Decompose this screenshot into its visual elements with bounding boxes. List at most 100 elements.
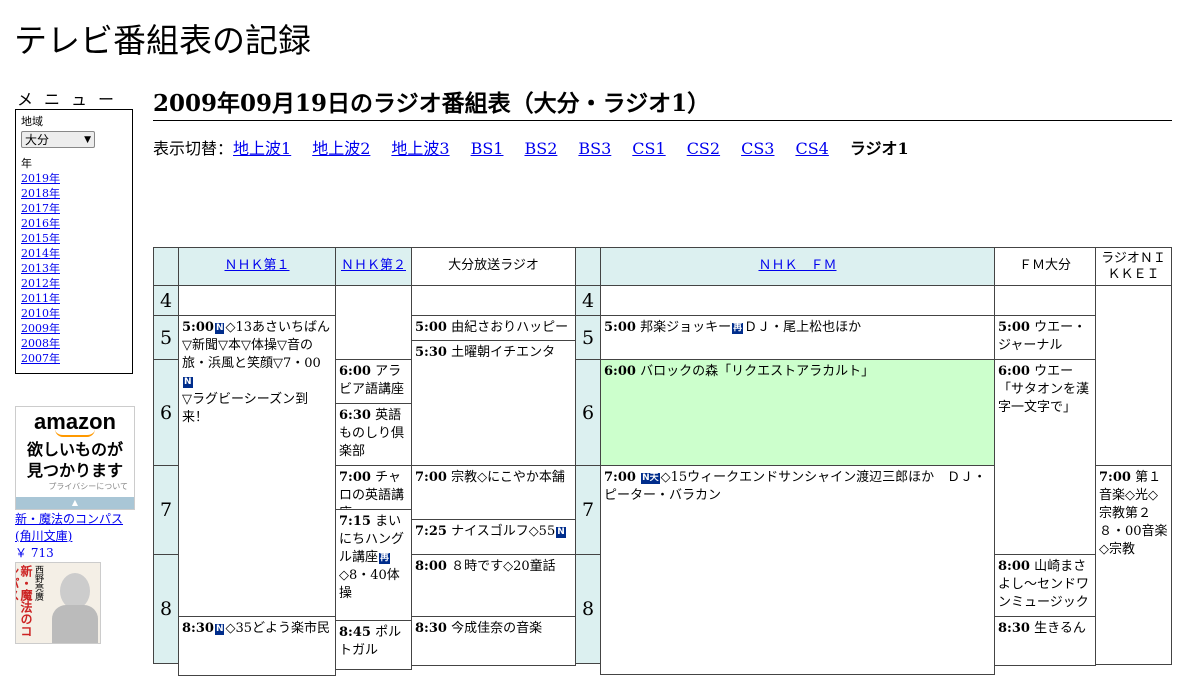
- program-nhk1-0500[interactable]: 5:00 N ◇13あさいちばん▽新聞▽本▽体操▽音の旅・浜風と笑顔▽7・00N ▽ラ…: [178, 315, 336, 617]
- program-text: バロックの森「リクエストアラカルト」: [640, 364, 875, 379]
- program-empty: [600, 285, 995, 316]
- year-link[interactable]: 2014年: [21, 247, 60, 260]
- switch-link-terrestrial-2[interactable]: 地上波2: [312, 139, 370, 158]
- ad-line-1: 欲しいものが: [26, 440, 123, 459]
- stereo-badge-icon: N天: [641, 473, 660, 484]
- display-switch: 表示切替：地上波1 地上波2 地上波3 BS1 BS2 BS3 CS1 CS2 CS3 CS4 ラジ…: [153, 135, 930, 159]
- program-nhk2-0700[interactable]: 7:00 チャロの英語講座: [335, 465, 412, 510]
- year-link[interactable]: 2011年: [21, 292, 60, 305]
- year-link[interactable]: 2009年: [21, 322, 60, 335]
- program-time: 8:30: [415, 621, 447, 636]
- program-fmo-0800[interactable]: 8:00 山崎まさよし～センドワンミュージック: [994, 554, 1096, 617]
- program-time: 7:00: [415, 470, 447, 485]
- program-empty: [411, 285, 576, 316]
- cover-title: 新・魔法のコンパス: [16, 565, 33, 637]
- year-link[interactable]: 2019年: [21, 172, 60, 185]
- program-time: 7:15: [339, 514, 371, 529]
- amazon-logo: amazon: [34, 409, 116, 434]
- switch-link-cs1[interactable]: CS1: [632, 139, 665, 158]
- program-nikkei-0700[interactable]: 7:00 第１音楽◇光◇宗教第２８・00音楽◇宗教: [1095, 465, 1172, 665]
- channel-header-nhkfm: ＮＨＫ ＦＭ: [600, 247, 995, 286]
- region-select-value: 大分: [25, 133, 50, 147]
- ad-privacy-link[interactable]: プライバシーについて: [16, 481, 134, 492]
- program-fmo-0830[interactable]: 8:30 生きるん: [994, 616, 1096, 666]
- switch-link-terrestrial-1[interactable]: 地上波1: [233, 139, 291, 158]
- news-badge-icon: N: [214, 323, 225, 334]
- news-badge-icon: N: [183, 377, 193, 388]
- hour-label: 7: [153, 465, 179, 555]
- channel-link-nhk1[interactable]: ＮＨＫ第１: [224, 258, 289, 273]
- program-text: 由紀さおりハッピー: [451, 320, 569, 335]
- year-link[interactable]: 2012年: [21, 277, 60, 290]
- switch-link-cs4[interactable]: CS4: [795, 139, 828, 158]
- channel-header-obs: 大分放送ラジオ: [411, 247, 576, 286]
- program-empty: [178, 285, 336, 316]
- program-empty: [1095, 285, 1172, 466]
- year-link[interactable]: 2018年: [21, 187, 60, 200]
- year-link[interactable]: 2007年: [21, 352, 60, 365]
- program-obs-0725[interactable]: 7:25 ナイスゴルフ◇55 N: [411, 519, 576, 555]
- program-time: 6:30: [339, 408, 371, 423]
- cover-author: 西野亮廣: [33, 565, 43, 601]
- program-obs-0530[interactable]: 5:30 土曜朝イチエンタ: [411, 340, 576, 466]
- switch-label: 表示切替：: [153, 139, 234, 158]
- program-fmo-0500[interactable]: 5:00 ウエー・ジャーナル: [994, 315, 1096, 360]
- program-text: 今成佳奈の音楽: [451, 621, 543, 636]
- year-link[interactable]: 2008年: [21, 337, 60, 350]
- switch-link-bs1[interactable]: BS1: [471, 139, 504, 158]
- program-nhk1-0830[interactable]: 8:30 N ◇35どよう楽市民: [178, 616, 336, 676]
- channel-header-nhk1: ＮＨＫ第１: [178, 247, 336, 286]
- switch-link-bs3[interactable]: BS3: [578, 139, 611, 158]
- cover-portrait-body: [52, 605, 98, 643]
- program-text: 宗教◇にこやか本舗: [451, 470, 565, 485]
- switch-link-bs2[interactable]: BS2: [524, 139, 557, 158]
- rerun-badge-icon: 再: [379, 553, 391, 564]
- program-obs-0500[interactable]: 5:00 由紀さおりハッピー: [411, 315, 576, 341]
- page-title: 2009年09月19日のラジオ番組表（大分・ラジオ1）: [153, 84, 1172, 121]
- amazon-ad[interactable]: amazon 欲しいものが 見つかります プライバシーについて ▲: [15, 406, 135, 510]
- year-link[interactable]: 2017年: [21, 202, 60, 215]
- book-cover-image[interactable]: 新・魔法のコンパス 西野亮廣: [15, 562, 101, 644]
- program-obs-0830[interactable]: 8:30 今成佳奈の音楽: [411, 616, 576, 666]
- book-title-link[interactable]: 新・魔法のコンパス: [15, 512, 123, 526]
- channel-link-nhk2[interactable]: ＮＨＫ第２: [341, 258, 406, 273]
- switch-link-cs2[interactable]: CS2: [687, 139, 720, 158]
- hour-label: 8: [153, 554, 179, 664]
- hour-label: 6: [575, 359, 601, 466]
- program-fm-0700[interactable]: 7:00 N天 ◇15ウィークエンドサンシャイン渡辺三郎ほか ＤＪ・ピーター・バラ…: [600, 465, 995, 675]
- channel-link-nhkfm[interactable]: ＮＨＫ ＦＭ: [758, 258, 836, 273]
- switch-link-terrestrial-3[interactable]: 地上波3: [391, 139, 449, 158]
- program-fm-0500[interactable]: 5:00 邦楽ジョッキー再 ＤＪ・尾上松也ほか: [600, 315, 995, 360]
- region-select[interactable]: 大分 ▼: [21, 131, 95, 148]
- program-time: 5:00: [182, 320, 214, 335]
- switch-link-cs3[interactable]: CS3: [741, 139, 774, 158]
- year-link[interactable]: 2013年: [21, 262, 60, 275]
- program-fm-0600[interactable]: 6:00 バロックの森「リクエストアラカルト」: [600, 359, 995, 466]
- program-obs-0800[interactable]: 8:00 ８時です◇20童話: [411, 554, 576, 617]
- year-link[interactable]: 2016年: [21, 217, 60, 230]
- program-nhk2-0630[interactable]: 6:30 英語ものしり倶楽部: [335, 403, 412, 466]
- program-text: ナイスゴルフ◇55: [451, 524, 556, 539]
- corner-cell-left: [153, 247, 179, 286]
- channel-header-nhk2: ＮＨＫ第２: [335, 247, 412, 286]
- schedule-grid: ＮＨＫ第１ ＮＨＫ第２ 大分放送ラジオ ＮＨＫ ＦＭ ＦＭ大分 ラジオＮＩＫＫＥ…: [153, 247, 1172, 676]
- program-time: 8:45: [339, 625, 371, 640]
- channel-header-fmoita: ＦＭ大分: [994, 247, 1096, 286]
- ad-collapse-bar[interactable]: ▲: [16, 497, 134, 509]
- program-time: 5:00: [415, 320, 447, 335]
- program-text-2: ◇8・40体操: [339, 568, 400, 601]
- hour-label: 5: [575, 315, 601, 360]
- program-fmo-0600[interactable]: 6:00 ウエー「サタオンを漢字一文字で」: [994, 359, 1096, 555]
- program-obs-0700[interactable]: 7:00 宗教◇にこやか本舗: [411, 465, 576, 520]
- program-text: ８時です◇20童話: [451, 559, 556, 574]
- program-nhk2-0600[interactable]: 6:00 アラビア語講座: [335, 359, 412, 404]
- program-time: 5:30: [415, 345, 447, 360]
- program-nhk2-0715[interactable]: 7:15 まいにちハングル講座再 ◇8・40体操: [335, 509, 412, 621]
- hour-label: 4: [153, 285, 179, 316]
- year-list: 2019年 2018年 2017年 2016年 2015年 2014年 2013…: [21, 171, 127, 366]
- book-price: ￥ 713: [15, 546, 54, 560]
- program-nhk2-0845[interactable]: 8:45 ポルトガル: [335, 620, 412, 670]
- year-link[interactable]: 2010年: [21, 307, 60, 320]
- book-publisher-link[interactable]: (角川文庫): [15, 529, 72, 543]
- year-link[interactable]: 2015年: [21, 232, 60, 245]
